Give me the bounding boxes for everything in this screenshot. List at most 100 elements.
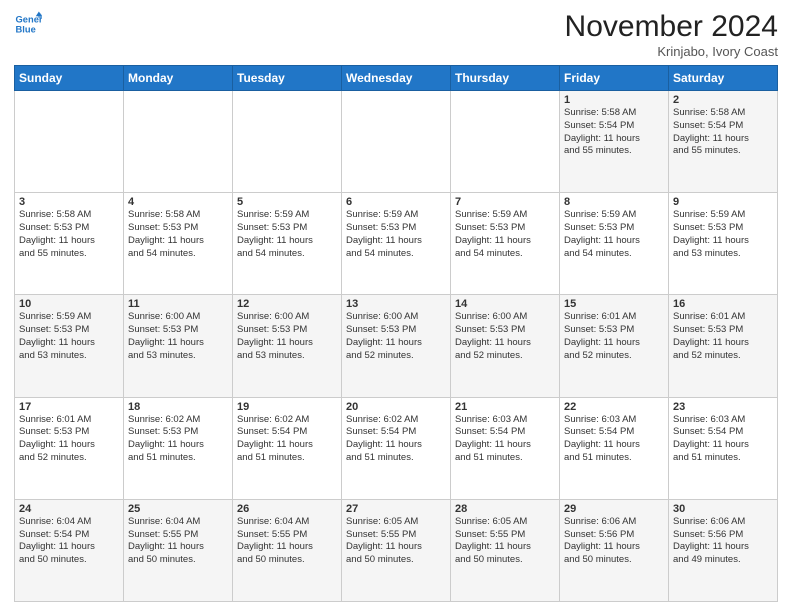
day-info: Sunrise: 6:03 AM Sunset: 5:54 PM Dayligh… (564, 414, 664, 465)
day-cell: 1Sunrise: 5:58 AM Sunset: 5:54 PM Daylig… (560, 91, 669, 193)
day-cell (15, 91, 124, 193)
day-info: Sunrise: 5:58 AM Sunset: 5:53 PM Dayligh… (19, 209, 119, 260)
day-number: 2 (673, 94, 773, 106)
day-cell: 4Sunrise: 5:58 AM Sunset: 5:53 PM Daylig… (124, 193, 233, 295)
day-number: 1 (564, 94, 664, 106)
week-row-1: 1 Sunrise: 5:58 AM Sunset: 5:54 PM Daylig… (15, 91, 778, 193)
day-cell: 17Sunrise: 6:01 AM Sunset: 5:53 PM Dayli… (15, 397, 124, 499)
day-info: Sunrise: 6:05 AM Sunset: 5:55 PM Dayligh… (455, 516, 555, 567)
day-info: Sunrise: 6:03 AM Sunset: 5:54 PM Dayligh… (455, 414, 555, 465)
weekday-header-thursday: Thursday (451, 66, 560, 91)
day-cell: 6Sunrise: 5:59 AM Sunset: 5:53 PM Daylig… (342, 193, 451, 295)
logo: General Blue (14, 10, 42, 38)
day-cell: 23Sunrise: 6:03 AM Sunset: 5:54 PM Dayli… (669, 397, 778, 499)
day-number: 25 (128, 503, 228, 515)
day-info: Sunrise: 5:58 AM Sunset: 5:54 PM Dayligh… (673, 107, 773, 158)
day-info: Sunrise: 6:04 AM Sunset: 5:55 PM Dayligh… (237, 516, 337, 567)
day-cell: 29Sunrise: 6:06 AM Sunset: 5:56 PM Dayli… (560, 499, 669, 601)
day-info: Sunrise: 6:00 AM Sunset: 5:53 PM Dayligh… (346, 311, 446, 362)
day-cell: 24Sunrise: 6:04 AM Sunset: 5:54 PM Dayli… (15, 499, 124, 601)
day-info: Sunrise: 6:05 AM Sunset: 5:55 PM Dayligh… (346, 516, 446, 567)
day-cell: 13Sunrise: 6:00 AM Sunset: 5:53 PM Dayli… (342, 295, 451, 397)
day-info: Sunrise: 6:01 AM Sunset: 5:53 PM Dayligh… (564, 311, 664, 362)
weekday-header-friday: Friday (560, 66, 669, 91)
day-info: Sunrise: 5:59 AM Sunset: 5:53 PM Dayligh… (564, 209, 664, 260)
weekday-header-row: SundayMondayTuesdayWednesdayThursdayFrid… (15, 66, 778, 91)
day-number: 8 (564, 196, 664, 208)
day-info: Sunrise: 6:01 AM Sunset: 5:53 PM Dayligh… (19, 414, 119, 465)
day-info: Sunrise: 6:04 AM Sunset: 5:54 PM Dayligh… (19, 516, 119, 567)
svg-text:Blue: Blue (16, 25, 36, 35)
week-row-5: 24Sunrise: 6:04 AM Sunset: 5:54 PM Dayli… (15, 499, 778, 601)
day-cell: 2Sunrise: 5:58 AM Sunset: 5:54 PM Daylig… (669, 91, 778, 193)
day-cell: 21Sunrise: 6:03 AM Sunset: 5:54 PM Dayli… (451, 397, 560, 499)
day-number: 18 (128, 401, 228, 413)
day-number: 30 (673, 503, 773, 515)
day-number: 29 (564, 503, 664, 515)
day-info: Sunrise: 6:02 AM Sunset: 5:54 PM Dayligh… (237, 414, 337, 465)
day-number: 12 (237, 298, 337, 310)
day-info: Sunrise: 6:06 AM Sunset: 5:56 PM Dayligh… (564, 516, 664, 567)
day-number: 9 (673, 196, 773, 208)
day-info: Sunrise: 6:00 AM Sunset: 5:53 PM Dayligh… (128, 311, 228, 362)
day-cell: 28Sunrise: 6:05 AM Sunset: 5:55 PM Dayli… (451, 499, 560, 601)
day-cell (233, 91, 342, 193)
day-info: Sunrise: 5:58 AM Sunset: 5:53 PM Dayligh… (128, 209, 228, 260)
logo-icon: General Blue (14, 10, 42, 38)
day-cell: 11Sunrise: 6:00 AM Sunset: 5:53 PM Dayli… (124, 295, 233, 397)
page-container: General Blue November 2024 Krinjabo, Ivo… (0, 0, 792, 612)
day-number: 4 (128, 196, 228, 208)
day-cell (124, 91, 233, 193)
location: Krinjabo, Ivory Coast (565, 44, 778, 59)
day-number: 17 (19, 401, 119, 413)
day-number: 24 (19, 503, 119, 515)
header: General Blue November 2024 Krinjabo, Ivo… (14, 10, 778, 59)
day-info: Sunrise: 5:59 AM Sunset: 5:53 PM Dayligh… (346, 209, 446, 260)
day-cell: 22Sunrise: 6:03 AM Sunset: 5:54 PM Dayli… (560, 397, 669, 499)
day-info: Sunrise: 5:59 AM Sunset: 5:53 PM Dayligh… (237, 209, 337, 260)
day-info: Sunrise: 6:03 AM Sunset: 5:54 PM Dayligh… (673, 414, 773, 465)
month-title: November 2024 (565, 10, 778, 44)
weekday-header-tuesday: Tuesday (233, 66, 342, 91)
day-cell: 30Sunrise: 6:06 AM Sunset: 5:56 PM Dayli… (669, 499, 778, 601)
day-info: Sunrise: 6:00 AM Sunset: 5:53 PM Dayligh… (237, 311, 337, 362)
week-row-4: 17Sunrise: 6:01 AM Sunset: 5:53 PM Dayli… (15, 397, 778, 499)
week-row-2: 3Sunrise: 5:58 AM Sunset: 5:53 PM Daylig… (15, 193, 778, 295)
day-number: 3 (19, 196, 119, 208)
day-number: 26 (237, 503, 337, 515)
day-info: Sunrise: 6:02 AM Sunset: 5:53 PM Dayligh… (128, 414, 228, 465)
day-cell (451, 91, 560, 193)
day-cell: 20Sunrise: 6:02 AM Sunset: 5:54 PM Dayli… (342, 397, 451, 499)
day-info: Sunrise: 6:02 AM Sunset: 5:54 PM Dayligh… (346, 414, 446, 465)
day-number: 23 (673, 401, 773, 413)
day-number: 21 (455, 401, 555, 413)
day-cell: 9Sunrise: 5:59 AM Sunset: 5:53 PM Daylig… (669, 193, 778, 295)
day-number: 7 (455, 196, 555, 208)
day-number: 11 (128, 298, 228, 310)
day-number: 20 (346, 401, 446, 413)
weekday-header-saturday: Saturday (669, 66, 778, 91)
day-cell: 5Sunrise: 5:59 AM Sunset: 5:53 PM Daylig… (233, 193, 342, 295)
day-info: Sunrise: 5:59 AM Sunset: 5:53 PM Dayligh… (455, 209, 555, 260)
day-cell (342, 91, 451, 193)
day-number: 22 (564, 401, 664, 413)
day-cell: 14Sunrise: 6:00 AM Sunset: 5:53 PM Dayli… (451, 295, 560, 397)
day-cell: 15Sunrise: 6:01 AM Sunset: 5:53 PM Dayli… (560, 295, 669, 397)
day-number: 5 (237, 196, 337, 208)
weekday-header-sunday: Sunday (15, 66, 124, 91)
day-cell: 7Sunrise: 5:59 AM Sunset: 5:53 PM Daylig… (451, 193, 560, 295)
day-number: 15 (564, 298, 664, 310)
day-info: Sunrise: 6:04 AM Sunset: 5:55 PM Dayligh… (128, 516, 228, 567)
day-cell: 16Sunrise: 6:01 AM Sunset: 5:53 PM Dayli… (669, 295, 778, 397)
day-info: Sunrise: 5:59 AM Sunset: 5:53 PM Dayligh… (673, 209, 773, 260)
day-cell: 3Sunrise: 5:58 AM Sunset: 5:53 PM Daylig… (15, 193, 124, 295)
day-info: Sunrise: 5:59 AM Sunset: 5:53 PM Dayligh… (19, 311, 119, 362)
day-cell: 8Sunrise: 5:59 AM Sunset: 5:53 PM Daylig… (560, 193, 669, 295)
day-cell: 25Sunrise: 6:04 AM Sunset: 5:55 PM Dayli… (124, 499, 233, 601)
day-cell: 26Sunrise: 6:04 AM Sunset: 5:55 PM Dayli… (233, 499, 342, 601)
day-number: 28 (455, 503, 555, 515)
day-info: Sunrise: 6:06 AM Sunset: 5:56 PM Dayligh… (673, 516, 773, 567)
day-cell: 12Sunrise: 6:00 AM Sunset: 5:53 PM Dayli… (233, 295, 342, 397)
day-cell: 10Sunrise: 5:59 AM Sunset: 5:53 PM Dayli… (15, 295, 124, 397)
day-number: 13 (346, 298, 446, 310)
